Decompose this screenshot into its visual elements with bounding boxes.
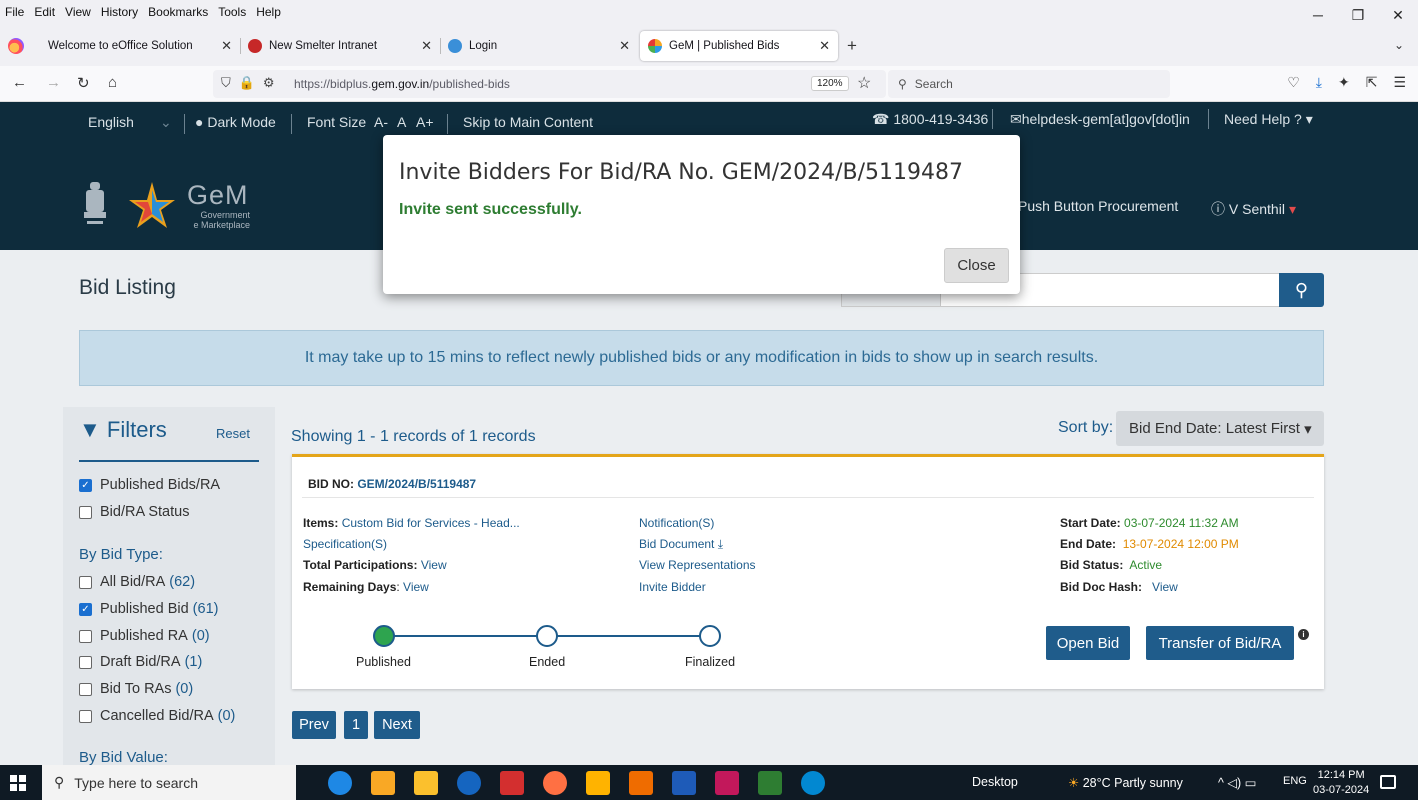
menu-edit[interactable]: Edit	[29, 5, 60, 19]
taskbar-search-placeholder: Type here to search	[74, 774, 199, 791]
hamburger-menu-icon[interactable]: ☰	[1393, 74, 1406, 91]
extension-icon[interactable]: ✦	[1338, 74, 1350, 91]
tab-smelter[interactable]: New Smelter Intranet ✕	[240, 31, 440, 61]
browser-search-field[interactable]: ⚲ Search	[888, 70, 1170, 98]
success-message: Invite sent successfully.	[399, 201, 582, 218]
taskbar-search-field[interactable]: ⚲ Type here to search	[42, 765, 296, 800]
vlc-icon[interactable]	[629, 771, 653, 795]
share-icon[interactable]: ⇱	[1366, 74, 1378, 91]
address-bar[interactable]: ⛉🔒⚙ https://bidplus.gem.gov.in/published…	[213, 70, 886, 98]
url-text: https://bidplus.gem.gov.in/published-bid…	[294, 77, 510, 91]
windows-start-icon[interactable]	[10, 775, 26, 791]
word-icon[interactable]	[672, 771, 696, 795]
firefox-icon[interactable]	[543, 771, 567, 795]
zoom-level[interactable]: 120%	[811, 76, 849, 91]
notification-center-icon[interactable]	[1380, 775, 1396, 789]
excel-icon[interactable]	[758, 771, 782, 795]
close-tab-icon[interactable]: ✕	[819, 38, 830, 54]
gem-icon	[648, 39, 662, 53]
menu-tools[interactable]: Tools	[213, 5, 251, 19]
bookmark-star-icon[interactable]: ☆	[857, 73, 871, 93]
internet-explorer-icon[interactable]	[457, 771, 481, 795]
back-icon[interactable]: ←	[12, 74, 27, 91]
close-tab-icon[interactable]: ✕	[619, 38, 630, 54]
tab-label: New Smelter Intranet	[269, 40, 378, 52]
system-clock[interactable]: 12:14 PM 03-07-2024	[1313, 768, 1369, 798]
tab-eoffice[interactable]: Welcome to eOffice Solution ✕	[40, 31, 240, 61]
tab-label: Welcome to eOffice Solution	[48, 40, 193, 52]
search-icon: ⚲	[54, 774, 65, 790]
menu-help[interactable]: Help	[251, 5, 286, 19]
weather-icon: ☀	[1068, 776, 1080, 790]
pdf-reader-icon[interactable]	[500, 771, 524, 795]
forward-icon[interactable]: →	[46, 74, 61, 91]
folder-app-icon[interactable]	[414, 771, 438, 795]
new-tab-icon[interactable]: +	[847, 36, 857, 56]
menu-bar: File Edit View History Bookmarks Tools H…	[0, 0, 1418, 24]
weather-widget[interactable]: ☀ 28°C Partly sunny	[1068, 775, 1183, 790]
paint-icon[interactable]	[715, 771, 739, 795]
clock-date: 03-07-2024	[1313, 784, 1370, 796]
home-icon[interactable]: ⌂	[108, 74, 117, 91]
tab-login[interactable]: Login ✕	[440, 31, 638, 61]
smelter-icon	[248, 39, 262, 53]
clock-time: 12:14 PM	[1317, 769, 1365, 781]
search-icon: ⚲	[898, 77, 907, 91]
close-button[interactable]: Close	[944, 248, 1009, 283]
desktop-toolbar[interactable]: Desktop	[972, 775, 1018, 789]
tray-icons[interactable]: ^ ◁) ▭	[1218, 775, 1256, 790]
invite-bidders-modal: Invite Bidders For Bid/RA No. GEM/2024/B…	[383, 135, 1020, 294]
edge-icon[interactable]	[801, 771, 825, 795]
download-icon[interactable]: ⤓	[1316, 74, 1322, 91]
tab-label: Login	[469, 40, 498, 52]
menu-history[interactable]: History	[96, 5, 143, 19]
reload-icon[interactable]: ↻	[77, 74, 90, 92]
close-tab-icon[interactable]: ✕	[421, 38, 432, 54]
menu-bookmarks[interactable]: Bookmarks	[143, 5, 213, 19]
tab-gem-published-bids[interactable]: GeM | Published Bids ✕	[640, 31, 838, 61]
tracking-shield-icon[interactable]: ⛉🔒⚙	[221, 75, 283, 91]
close-tab-icon[interactable]: ✕	[221, 38, 232, 54]
toolbar-icons: ♡ ⤓ ✦ ⇱ ☰	[1287, 74, 1406, 91]
internet-explorer-icon[interactable]	[328, 771, 352, 795]
login-icon	[448, 39, 462, 53]
sticky-notes-icon[interactable]	[371, 771, 395, 795]
navigation-bar: ← → ↻ ⌂ ⛉🔒⚙ https://bidplus.gem.gov.in/p…	[0, 66, 1418, 102]
input-language[interactable]: ENG	[1283, 775, 1307, 787]
windows-taskbar: ⚲ Type here to search Desktop ☀ 28°C Par…	[0, 765, 1418, 800]
menu-view[interactable]: View	[60, 5, 96, 19]
pocket-icon[interactable]: ♡	[1287, 74, 1300, 91]
firefox-icon	[8, 38, 24, 54]
modal-title: Invite Bidders For Bid/RA No. GEM/2024/B…	[399, 160, 964, 185]
tab-bar: Welcome to eOffice Solution ✕ New Smelte…	[0, 24, 1418, 66]
file-explorer-icon[interactable]	[586, 771, 610, 795]
browser-search-placeholder: Search	[914, 77, 953, 91]
menu-file[interactable]: File	[0, 5, 29, 19]
tab-label: GeM | Published Bids	[669, 40, 780, 52]
chevron-down-icon[interactable]: ⌄	[1394, 38, 1404, 52]
